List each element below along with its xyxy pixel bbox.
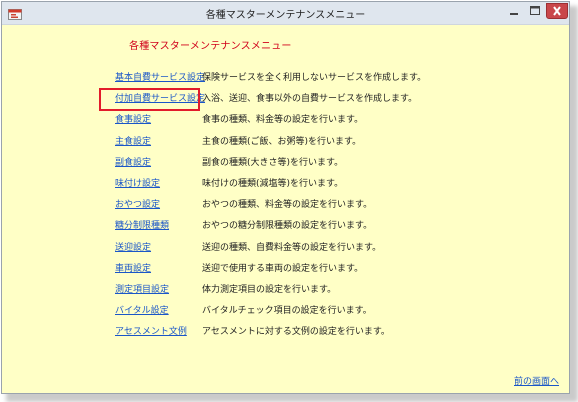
menu-description: 味付けの種類(減塩等)を行います。 xyxy=(202,179,344,189)
menu-description: バイタルチェック項目の設定を行います。 xyxy=(202,306,372,316)
menu-link[interactable]: 基本自費サービス設定 xyxy=(115,70,205,83)
back-link[interactable]: 前の画面へ xyxy=(514,374,559,387)
menu-row: 食事設定 食事の種類、料金等の設定を行います。 xyxy=(2,112,562,128)
menu-link[interactable]: バイタル設定 xyxy=(115,303,169,316)
menu-link[interactable]: 主食設定 xyxy=(115,134,151,147)
menu-row: 測定項目設定 体力測定項目の設定を行います。 xyxy=(2,282,562,298)
menu-description: アセスメントに対する文例の設定を行います。 xyxy=(202,327,390,337)
menu-row: 車両設定 送迎で使用する車両の設定を行います。 xyxy=(2,261,562,277)
menu-row: 味付け設定 味付けの種類(減塩等)を行います。 xyxy=(2,176,562,192)
menu-row: 付加自費サービス設定 入浴、送迎、食事以外の自費サービスを作成します。 xyxy=(2,91,562,107)
menu-description: 保険サービスを全く利用しないサービスを作成します。 xyxy=(202,73,427,83)
menu-row: 基本自費サービス設定 保険サービスを全く利用しないサービスを作成します。 xyxy=(2,70,562,86)
close-button[interactable] xyxy=(546,3,568,19)
menu-description: 送迎の種類、自費料金等の設定を行います。 xyxy=(202,243,382,253)
menu-row: 送迎設定 送迎の種類、自費料金等の設定を行います。 xyxy=(2,240,562,256)
menu-description: 体力測定項目の設定を行います。 xyxy=(202,285,337,295)
menu-description: おやつの種類、料金等の設定を行います。 xyxy=(202,200,373,210)
main-window: 各種マスターメンテナンスメニュー 各種マスターメンテナンスメニュー 基本自費サー… xyxy=(1,1,570,394)
menu-description: 副食の種類(大きさ等)を行います。 xyxy=(202,158,344,168)
menu-description: 入浴、送迎、食事以外の自費サービスを作成します。 xyxy=(202,94,418,104)
menu-row: 糖分制限種類 おやつの糖分制限種類の設定を行います。 xyxy=(2,218,562,234)
menu-description: おやつの糖分制限種類の設定を行います。 xyxy=(202,221,373,231)
menu-row: 主食設定 主食の種類(ご飯、お粥等)を行います。 xyxy=(2,134,562,150)
menu-link[interactable]: アセスメント文例 xyxy=(115,324,187,337)
minimize-button[interactable] xyxy=(503,2,525,20)
maximize-icon xyxy=(530,6,540,15)
menu-row: バイタル設定 バイタルチェック項目の設定を行います。 xyxy=(2,303,562,319)
menu-row: おやつ設定 おやつの種類、料金等の設定を行います。 xyxy=(2,197,562,213)
menu-link[interactable]: 送迎設定 xyxy=(115,240,151,253)
maximize-button[interactable] xyxy=(525,2,545,20)
menu-description: 食事の種類、料金等の設定を行います。 xyxy=(202,115,364,125)
highlight-box xyxy=(99,88,200,111)
menu-link[interactable]: おやつ設定 xyxy=(115,197,160,210)
menu-description: 送迎で使用する車両の設定を行います。 xyxy=(202,264,364,274)
menu-link[interactable]: 味付け設定 xyxy=(115,176,160,189)
menu-link[interactable]: 副食設定 xyxy=(115,155,151,168)
menu-link[interactable]: 食事設定 xyxy=(115,112,151,125)
menu-link[interactable]: 糖分制限種類 xyxy=(115,218,169,231)
menu-link[interactable]: 測定項目設定 xyxy=(115,282,169,295)
window-title: 各種マスターメンテナンスメニュー xyxy=(205,10,366,21)
menu-row: 副食設定 副食の種類(大きさ等)を行います。 xyxy=(2,155,562,171)
title-bar: 各種マスターメンテナンスメニュー xyxy=(2,2,569,25)
menu-description: 主食の種類(ご飯、お粥等)を行います。 xyxy=(202,137,362,147)
minimize-icon xyxy=(510,13,518,15)
close-icon xyxy=(553,6,561,16)
menu-heading: 各種マスターメンテナンスメニュー xyxy=(129,41,292,52)
menu-link[interactable]: 車両設定 xyxy=(115,261,151,274)
menu-row: アセスメント文例 アセスメントに対する文例の設定を行います。 xyxy=(2,324,562,340)
